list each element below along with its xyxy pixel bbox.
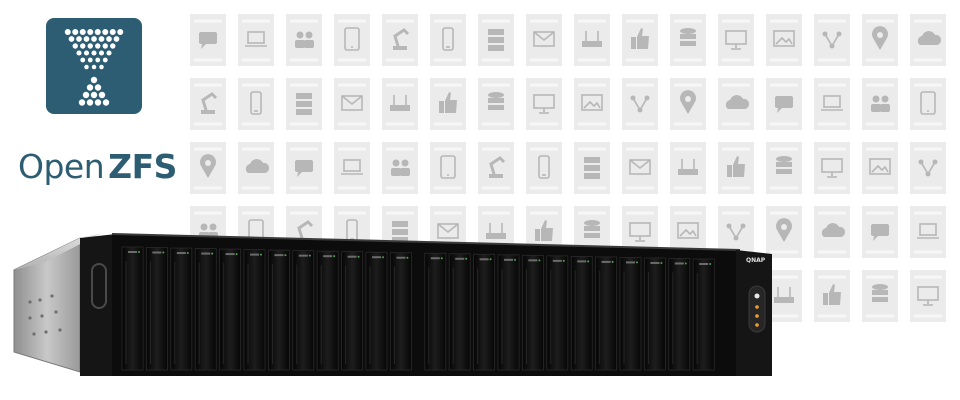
drive-bay [145, 247, 168, 371]
drive-bay [424, 252, 447, 371]
nas-rack-device: QNAP [13, 233, 772, 376]
laptop-icon [334, 142, 370, 194]
database-icon [670, 14, 706, 66]
drive-bay [389, 252, 412, 371]
drive-bay [668, 258, 691, 371]
tablet-icon [430, 142, 466, 194]
database-icon [766, 142, 802, 194]
drive-bay [692, 258, 715, 371]
laptop-icon [910, 206, 946, 258]
robot-arm-icon [478, 142, 514, 194]
image-icon [766, 14, 802, 66]
server-icon [286, 78, 322, 130]
mail-icon [622, 142, 658, 194]
thumbs-up-icon [430, 78, 466, 130]
users-icon [286, 14, 322, 66]
drive-bay [365, 251, 388, 371]
drive-bay [522, 254, 544, 371]
location-pin-icon [670, 78, 706, 130]
openzfs-logo: Open ZFS [8, 18, 183, 183]
thumbs-up-icon [622, 14, 658, 66]
router-icon [382, 78, 418, 130]
router-icon [670, 142, 706, 194]
thumbs-up-icon [814, 270, 850, 322]
location-pin-icon [766, 206, 802, 258]
users-icon [382, 142, 418, 194]
mail-icon [334, 78, 370, 130]
rack-ear-left [80, 234, 116, 376]
robot-arm-icon [190, 78, 226, 130]
tablet-icon [910, 78, 946, 130]
chat-icon [286, 142, 322, 194]
image-icon [862, 142, 898, 194]
chat-icon [766, 78, 802, 130]
network-icon [910, 142, 946, 194]
drive-bay [619, 257, 642, 371]
laptop-icon [814, 78, 850, 130]
monitor-icon [910, 270, 946, 322]
chat-icon [190, 14, 226, 66]
status-led [755, 305, 759, 309]
drive-bay [473, 253, 496, 371]
power-led [754, 293, 760, 299]
drive-bay [595, 256, 617, 371]
users-icon [862, 78, 898, 130]
mail-icon [526, 14, 562, 66]
network-icon [814, 14, 850, 66]
robot-arm-icon [382, 14, 418, 66]
drive-bay [121, 246, 144, 371]
openzfs-z-icon [46, 18, 142, 114]
monitor-icon [814, 142, 850, 194]
drive-bay [267, 249, 290, 371]
drive-bay [448, 253, 471, 371]
phone-icon [526, 142, 562, 194]
location-pin-icon [862, 14, 898, 66]
drive-bay [243, 249, 266, 371]
monitor-icon [526, 78, 562, 130]
brand-suffix: ZFS [108, 147, 177, 186]
cloud-icon [718, 78, 754, 130]
chat-icon [862, 206, 898, 258]
drive-bay [546, 255, 569, 371]
drive-bay [292, 250, 315, 371]
drive-bay [497, 254, 520, 371]
activity-led [755, 314, 759, 318]
database-icon [478, 78, 514, 130]
phone-icon [238, 78, 274, 130]
cloud-icon [238, 142, 274, 194]
network-icon [622, 78, 658, 130]
drive-bay [194, 248, 217, 371]
image-icon [574, 78, 610, 130]
drive-bay [341, 251, 364, 371]
drive-bay [316, 250, 339, 371]
server-icon [574, 142, 610, 194]
brand-label: QNAP [746, 257, 766, 264]
brand-prefix: Open [18, 147, 105, 186]
database-icon [862, 270, 898, 322]
drive-bay [570, 255, 593, 371]
monitor-icon [718, 14, 754, 66]
cloud-icon [910, 14, 946, 66]
router-icon [574, 14, 610, 66]
thumbs-up-icon [718, 142, 754, 194]
location-pin-icon [190, 142, 226, 194]
brand-wordmark: Open ZFS [18, 150, 177, 183]
network-led [755, 323, 759, 327]
laptop-icon [238, 14, 274, 66]
cloud-icon [814, 206, 850, 258]
server-icon [478, 14, 514, 66]
drive-bay [644, 257, 666, 371]
phone-icon [430, 14, 466, 66]
drive-bay [219, 248, 242, 371]
tablet-icon [334, 14, 370, 66]
drive-bay [170, 247, 193, 371]
